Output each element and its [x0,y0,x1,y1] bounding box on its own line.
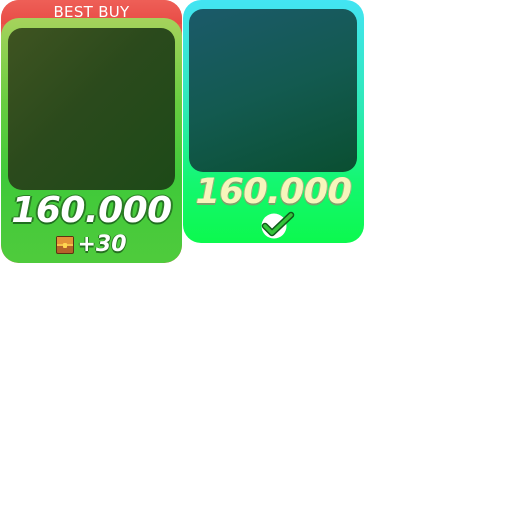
offer-image-slot [8,28,175,190]
shop-offers: BEST BUY 160.000 +30 160.000 [0,0,512,512]
offer-amount: 160.000 [195,172,352,212]
offer-card-selected[interactable]: 160.000 [183,0,364,243]
offer-card-best-buy[interactable]: BEST BUY 160.000 +30 [1,0,182,263]
offer-amount: 160.000 [11,190,172,231]
offer-bonus: +30 [1,232,182,258]
treasure-chest-icon [56,236,75,254]
offer-image-slot [189,9,357,172]
checkmark-icon [259,208,295,240]
bonus-label: +30 [77,232,127,257]
